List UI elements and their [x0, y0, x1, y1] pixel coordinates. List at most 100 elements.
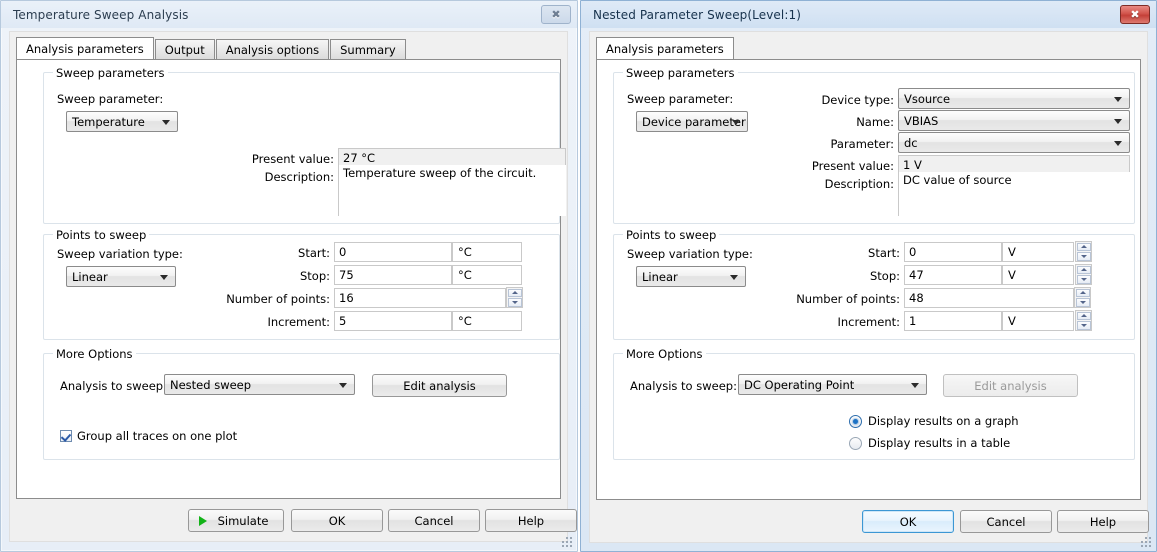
- left-variation-combo[interactable]: Linear: [66, 266, 176, 287]
- right-increment-label: Increment:: [837, 315, 900, 329]
- right-help-button[interactable]: Help: [1057, 510, 1149, 533]
- left-points-field[interactable]: 16: [334, 288, 506, 308]
- right-variation-combo[interactable]: Linear: [636, 266, 746, 287]
- right-window-title: Nested Parameter Sweep(Level:1): [593, 7, 802, 22]
- close-icon[interactable]: ✖: [541, 5, 571, 24]
- left-start-field[interactable]: 0: [334, 242, 452, 262]
- left-variation-label: Sweep variation type:: [57, 247, 183, 261]
- left-sweep-parameter-combo[interactable]: Temperature: [66, 111, 178, 132]
- group-all-traces-label: Group all traces on one plot: [77, 429, 238, 443]
- temperature-sweep-analysis-window: Temperature Sweep Analysis ✖ Analysis pa…: [0, 0, 578, 552]
- spinner-up-icon[interactable]: [507, 288, 522, 297]
- right-window-titlebar[interactable]: Nested Parameter Sweep(Level:1) ✖: [581, 1, 1156, 28]
- play-icon: [199, 515, 207, 526]
- right-name-combo[interactable]: VBIAS: [898, 110, 1130, 131]
- spinner-down-icon[interactable]: [1076, 321, 1091, 330]
- display-results-graph-radio[interactable]: Display results on a graph: [849, 414, 1019, 428]
- left-increment-label: Increment:: [267, 315, 330, 329]
- spinner-up-icon[interactable]: [1075, 288, 1090, 297]
- right-stop-spinner[interactable]: [1075, 264, 1092, 285]
- right-more-options-group: More Options Analysis to sweep: DC Opera…: [613, 347, 1135, 460]
- right-cancel-button[interactable]: Cancel: [960, 510, 1052, 533]
- spinner-up-icon[interactable]: [1076, 242, 1091, 251]
- tab-analysis-parameters[interactable]: Analysis parameters: [596, 37, 734, 59]
- right-description-label: Description:: [824, 177, 894, 191]
- left-points-to-sweep-title: Points to sweep: [53, 228, 150, 242]
- left-stop-label: Stop:: [299, 269, 330, 283]
- right-increment-spinner[interactable]: [1075, 310, 1092, 331]
- spinner-up-icon[interactable]: [1076, 311, 1091, 320]
- right-analysis-to-sweep-value: DC Operating Point: [744, 377, 855, 392]
- right-start-field[interactable]: 0: [904, 242, 1002, 262]
- right-name-value: VBIAS: [904, 113, 939, 128]
- left-more-options-group: More Options Analysis to sweep: Nested s…: [43, 347, 560, 460]
- tab-analysis-parameters[interactable]: Analysis parameters: [16, 37, 154, 59]
- chevron-down-icon: [1114, 140, 1122, 146]
- right-device-type-combo[interactable]: Vsource: [898, 88, 1130, 109]
- right-start-spinner[interactable]: [1075, 241, 1092, 262]
- right-points-field[interactable]: 48: [904, 288, 1074, 308]
- right-analysis-to-sweep-label: Analysis to sweep:: [630, 379, 737, 393]
- left-window-titlebar[interactable]: Temperature Sweep Analysis ✖: [1, 1, 577, 28]
- display-results-table-radio[interactable]: Display results in a table: [849, 436, 1010, 450]
- right-increment-field[interactable]: 1: [904, 311, 1002, 331]
- chevron-down-icon: [160, 274, 168, 280]
- left-increment-field[interactable]: 5: [334, 311, 452, 331]
- right-edit-analysis-button: Edit analysis: [943, 374, 1078, 397]
- spinner-down-icon[interactable]: [1075, 298, 1090, 307]
- left-sweep-parameter-value: Temperature: [72, 114, 145, 129]
- left-analysis-to-sweep-value: Nested sweep: [170, 377, 252, 392]
- chevron-down-icon: [339, 382, 347, 388]
- left-client-area: Analysis parameters Output Analysis opti…: [9, 31, 577, 542]
- left-points-spinner[interactable]: [506, 287, 523, 308]
- right-sweep-parameter-combo[interactable]: Device parameter: [636, 111, 748, 132]
- chevron-down-icon: [1114, 96, 1122, 102]
- group-all-traces-checkbox[interactable]: Group all traces on one plot: [60, 429, 237, 443]
- left-start-label: Start:: [298, 246, 330, 260]
- left-cancel-button[interactable]: Cancel: [388, 509, 480, 532]
- right-parameter-combo[interactable]: dc: [898, 132, 1130, 153]
- right-name-label: Name:: [856, 115, 894, 129]
- left-points-to-sweep-group: Points to sweep Sweep variation type: Li…: [43, 228, 560, 340]
- left-edit-analysis-button[interactable]: Edit analysis: [372, 374, 507, 397]
- tab-summary[interactable]: Summary: [330, 39, 406, 59]
- right-start-unit: V: [1002, 242, 1074, 262]
- right-points-spinner[interactable]: [1074, 287, 1091, 308]
- spinner-up-icon[interactable]: [1076, 265, 1091, 274]
- left-stop-field[interactable]: 75: [334, 265, 452, 285]
- right-sweep-parameter-value: Device parameter: [642, 114, 746, 129]
- right-analysis-to-sweep-combo[interactable]: DC Operating Point: [738, 374, 927, 395]
- left-present-value-field: 27 °C: [338, 148, 566, 166]
- left-help-button[interactable]: Help: [485, 509, 577, 532]
- left-stop-unit: °C: [452, 265, 522, 285]
- right-sweep-parameters-group: Sweep parameters Sweep parameter: Device…: [613, 66, 1135, 224]
- right-points-to-sweep-group: Points to sweep Sweep variation type: Li…: [613, 228, 1135, 340]
- nested-parameter-sweep-window: Nested Parameter Sweep(Level:1) ✖ Analys…: [580, 0, 1157, 552]
- left-ok-button[interactable]: OK: [291, 509, 383, 532]
- right-variation-value: Linear: [642, 269, 678, 284]
- left-description-field: Temperature sweep of the circuit.: [338, 165, 566, 216]
- tab-output[interactable]: Output: [154, 39, 215, 59]
- right-stop-label: Stop:: [869, 269, 900, 283]
- simulate-label: Simulate: [217, 513, 269, 528]
- right-resize-grip[interactable]: [1141, 537, 1152, 548]
- right-stop-field[interactable]: 47: [904, 265, 1002, 285]
- right-ok-button[interactable]: OK: [862, 510, 954, 533]
- spinner-down-icon[interactable]: [507, 298, 522, 307]
- right-present-value-field: 1 V: [898, 155, 1130, 173]
- left-tab-bar: Analysis parameters Output Analysis opti…: [16, 37, 561, 59]
- left-analysis-to-sweep-combo[interactable]: Nested sweep: [164, 374, 355, 395]
- left-increment-unit: °C: [452, 311, 522, 331]
- right-points-to-sweep-title: Points to sweep: [623, 228, 720, 242]
- right-present-value-label: Present value:: [811, 159, 894, 173]
- tab-analysis-options[interactable]: Analysis options: [215, 39, 330, 59]
- left-resize-grip[interactable]: [562, 537, 573, 548]
- simulate-button[interactable]: Simulate: [188, 509, 284, 532]
- radio-unselected-icon: [849, 436, 862, 450]
- spinner-down-icon[interactable]: [1076, 275, 1091, 284]
- close-icon[interactable]: ✖: [1120, 5, 1150, 24]
- right-start-label: Start:: [868, 246, 900, 260]
- radio-selected-icon: [849, 414, 862, 428]
- spinner-down-icon[interactable]: [1076, 252, 1091, 261]
- left-description-label: Description:: [264, 170, 334, 184]
